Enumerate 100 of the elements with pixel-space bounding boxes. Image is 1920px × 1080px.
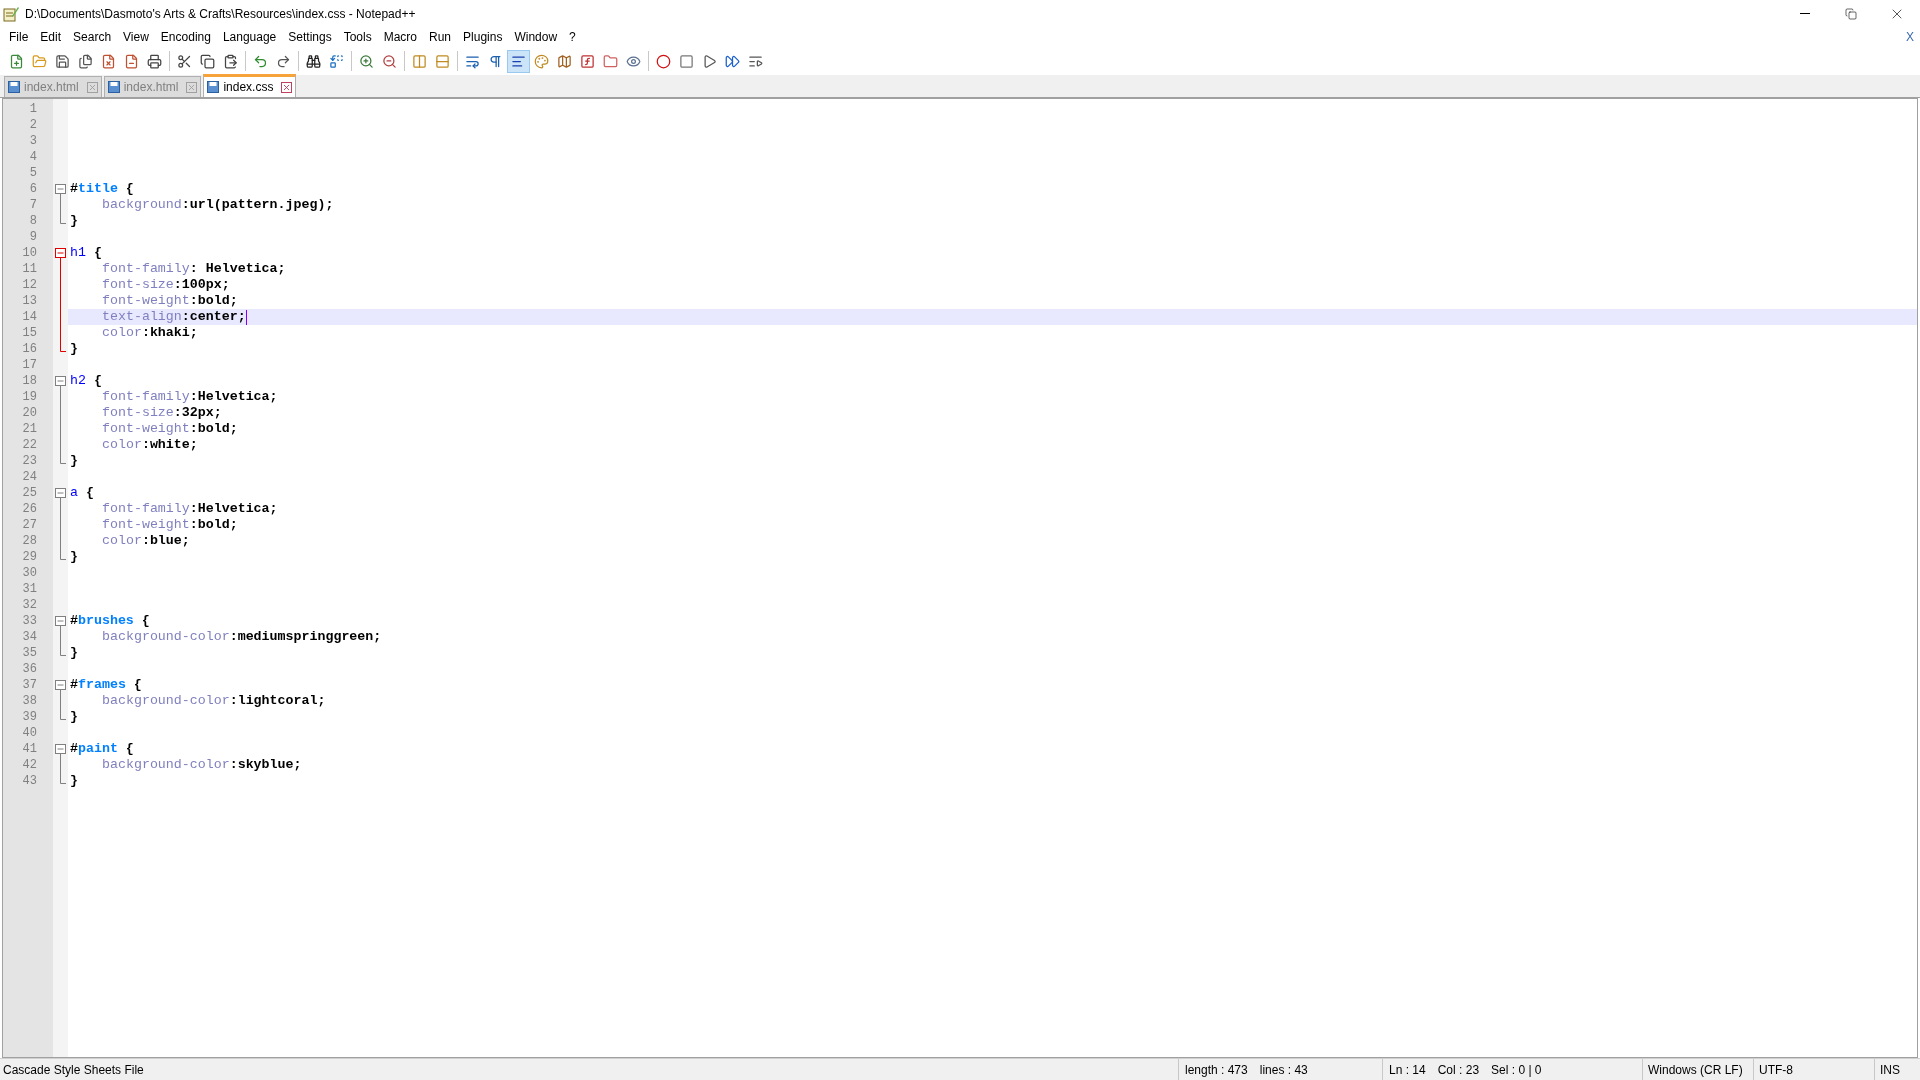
file-icon bbox=[8, 81, 20, 93]
line-number: 6 bbox=[29, 181, 37, 197]
line-number: 41 bbox=[22, 741, 37, 757]
line-number: 10 bbox=[22, 245, 37, 261]
code-line: text-align:center; bbox=[102, 309, 246, 325]
menu-item[interactable]: Plugins bbox=[457, 27, 509, 47]
fold-toggle[interactable] bbox=[55, 741, 66, 757]
code-line: h2 { bbox=[70, 373, 102, 389]
new-file-icon bbox=[9, 53, 24, 69]
line-position-text: Ln : 14 bbox=[1389, 1061, 1426, 1079]
line-number: 26 bbox=[22, 501, 37, 517]
menu-item[interactable]: Window bbox=[508, 27, 564, 47]
lines-text: lines : 43 bbox=[1259, 1061, 1308, 1079]
tab-close-button[interactable] bbox=[281, 81, 293, 93]
fold-toggle[interactable] bbox=[55, 181, 66, 197]
fold-toggle[interactable] bbox=[55, 485, 66, 501]
function-list-icon bbox=[580, 53, 595, 69]
indent-guide-icon bbox=[511, 53, 526, 69]
code-line: #paint { bbox=[70, 741, 134, 757]
line-number: 9 bbox=[29, 229, 37, 245]
menu-item[interactable]: Tools bbox=[337, 27, 378, 47]
menu-item[interactable]: File bbox=[3, 27, 35, 47]
folder-icon bbox=[603, 53, 618, 69]
indent-guide-button[interactable] bbox=[507, 49, 530, 73]
code-line: font-family:Helvetica; bbox=[102, 501, 278, 517]
cut-icon bbox=[177, 53, 192, 69]
line-number: 25 bbox=[22, 485, 37, 501]
stop-icon bbox=[679, 53, 694, 69]
save-macro-icon bbox=[748, 53, 763, 69]
close-icon bbox=[282, 82, 292, 92]
copy-icon bbox=[200, 53, 215, 69]
fast-forward-icon bbox=[725, 53, 740, 69]
menu-item[interactable]: Language bbox=[216, 27, 283, 47]
find-icon bbox=[306, 53, 321, 69]
line-number: 36 bbox=[22, 661, 37, 677]
record-icon bbox=[656, 53, 671, 69]
menu-item[interactable]: Edit bbox=[34, 27, 68, 47]
code-line: color:khaki; bbox=[102, 325, 198, 341]
code-line: font-weight:bold; bbox=[102, 421, 238, 437]
fold-toggle[interactable] bbox=[55, 245, 66, 261]
code-line: color:white; bbox=[102, 437, 198, 453]
file-icon bbox=[107, 81, 120, 93]
menu-item[interactable]: Run bbox=[423, 27, 458, 47]
code-line: } bbox=[70, 549, 78, 565]
save-icon bbox=[55, 53, 70, 69]
save-all-icon bbox=[78, 53, 93, 69]
redo-icon bbox=[276, 53, 291, 69]
replace-icon bbox=[329, 53, 344, 69]
window-title: D:\Documents\Dasmoto's Arts & Crafts\Resources\index.css - Notepad++ bbox=[25, 5, 416, 23]
line-number: 30 bbox=[22, 565, 37, 581]
line-number: 23 bbox=[22, 453, 37, 469]
undo-icon bbox=[253, 53, 268, 69]
menu-item[interactable]: Encoding bbox=[154, 27, 217, 47]
paste-icon bbox=[223, 53, 238, 69]
fold-toggle[interactable] bbox=[55, 373, 66, 389]
text-cursor bbox=[245, 309, 247, 325]
menu-item[interactable]: ? bbox=[563, 27, 582, 47]
line-number: 24 bbox=[22, 469, 37, 485]
code-line: background-color:mediumspringgreen; bbox=[102, 629, 382, 645]
code-line: } bbox=[70, 709, 78, 725]
close-document-button[interactable]: X bbox=[1906, 28, 1914, 46]
fold-toggle[interactable] bbox=[55, 613, 66, 629]
fold-toggle[interactable] bbox=[55, 677, 66, 693]
print-icon bbox=[147, 53, 162, 69]
code-line: a { bbox=[70, 485, 94, 501]
code-line: } bbox=[70, 213, 78, 229]
restore-icon bbox=[1845, 7, 1857, 20]
line-number: 14 bbox=[22, 309, 37, 325]
menu-item[interactable]: Search bbox=[67, 27, 118, 47]
eye-icon bbox=[626, 53, 641, 69]
selection-text: Sel : 0 | 0 bbox=[1491, 1061, 1542, 1079]
line-number: 34 bbox=[22, 629, 37, 645]
line-number: 13 bbox=[22, 293, 37, 309]
line-number: 2 bbox=[29, 117, 37, 133]
line-number: 33 bbox=[22, 613, 37, 629]
menu-item[interactable]: View bbox=[117, 27, 155, 47]
show-symbols-icon bbox=[488, 53, 503, 69]
line-number: 17 bbox=[22, 357, 37, 373]
column-position-text: Col : 23 bbox=[1437, 1061, 1480, 1079]
tab[interactable]: index.css bbox=[203, 74, 297, 97]
zoom-out-icon bbox=[382, 53, 397, 69]
minimize-icon bbox=[1800, 13, 1810, 14]
code-line: h1 { bbox=[70, 245, 102, 261]
line-number: 18 bbox=[22, 373, 37, 389]
line-number: 29 bbox=[22, 549, 37, 565]
menu-item[interactable]: Macro bbox=[377, 27, 423, 47]
word-wrap-icon bbox=[465, 53, 480, 69]
close-icon bbox=[187, 82, 197, 92]
menu-item[interactable]: Settings bbox=[282, 27, 338, 47]
close-icon bbox=[87, 82, 97, 92]
sync-horizontal-icon bbox=[435, 53, 450, 69]
code-line: font-weight:bold; bbox=[102, 293, 238, 309]
line-number: 35 bbox=[22, 645, 37, 661]
code-line: } bbox=[70, 645, 78, 661]
code-line: background-color:skyblue; bbox=[102, 757, 302, 773]
line-number: 22 bbox=[22, 437, 37, 453]
code-line: #brushes { bbox=[70, 613, 150, 629]
line-ending-text: Windows (CR LF) bbox=[1648, 1061, 1743, 1079]
code-line: font-size:32px; bbox=[102, 405, 222, 421]
notepad-icon bbox=[3, 5, 19, 22]
